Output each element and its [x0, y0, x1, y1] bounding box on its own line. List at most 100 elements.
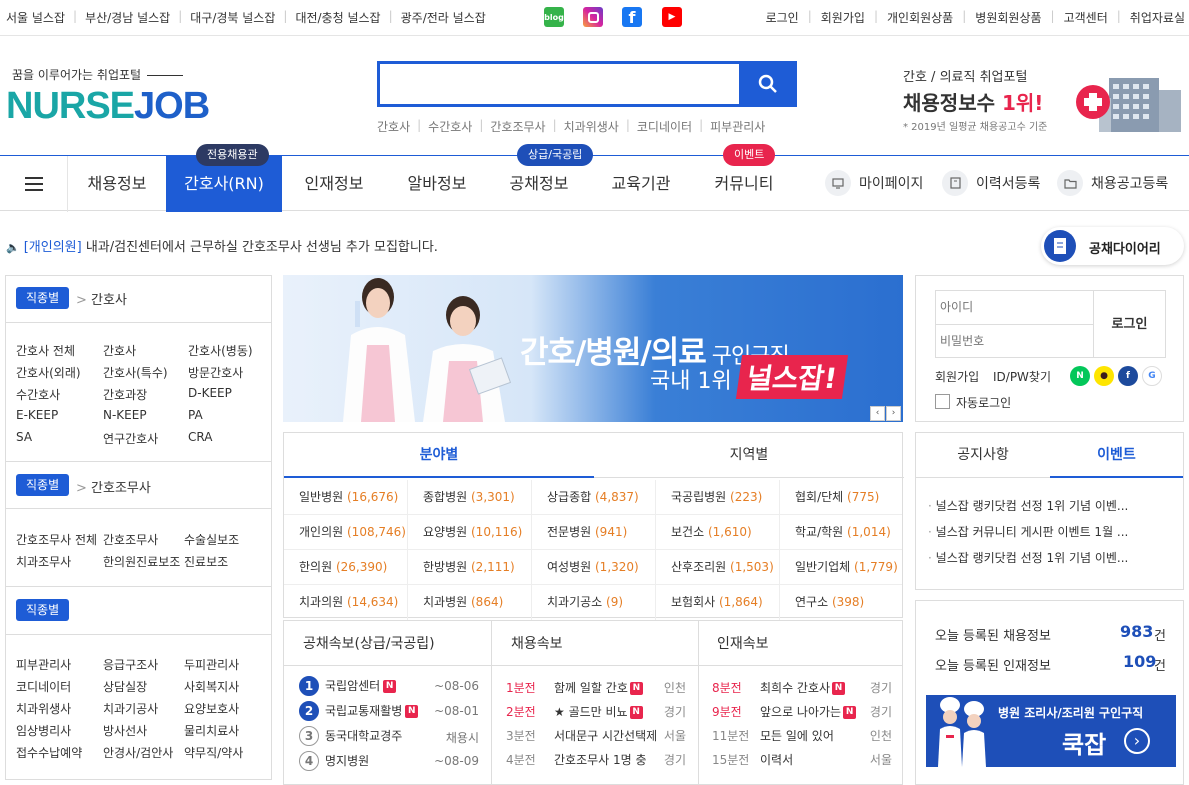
job-link[interactable]: 치과조무사 — [16, 553, 71, 570]
job-link[interactable]: 치과위생사 — [16, 700, 71, 717]
field-cell[interactable]: 국공립병원 (223) — [656, 480, 780, 515]
gongchae-row[interactable]: 4 명지병원 ~08-09 — [299, 751, 479, 773]
banner-prev-button[interactable]: ‹ — [870, 406, 885, 421]
field-cell[interactable]: 치과기공소 (9) — [532, 585, 656, 620]
job-link[interactable]: 접수수납예약 — [16, 744, 82, 761]
field-cell[interactable]: 한방병원 (2,111) — [408, 550, 532, 585]
signup-link[interactable]: 회원가입 — [821, 9, 865, 26]
job-link[interactable]: 방문간호사 — [188, 364, 243, 381]
notice-item[interactable]: · 널스잡 커뮤니티 게시판 이벤트 1월 ... — [928, 523, 1128, 540]
resume-register-link[interactable]: 이력서등록 — [942, 170, 1040, 196]
signup-link[interactable]: 회원가입 — [935, 368, 979, 385]
job-link[interactable]: 안경사/검안사 — [103, 744, 173, 761]
job-link[interactable]: 코디네이터 — [16, 678, 71, 695]
job-link[interactable]: 간호과장 — [103, 386, 147, 403]
region-link-daegu[interactable]: 대구/경북 널스잡 — [190, 9, 275, 26]
hire-row[interactable]: 4분전 간호조무사 1명 충 경기 — [506, 751, 686, 771]
field-cell[interactable]: 협회/단체 (775) — [780, 480, 902, 515]
youtube-icon[interactable]: ▶ — [662, 7, 682, 27]
cookjob-banner[interactable]: 병원 조리사/조리원 구인구직 쿡잡 › — [926, 695, 1176, 767]
job-link[interactable]: 두피관리사 — [184, 656, 239, 673]
notice-ticker[interactable]: 🔈 [개인의원] 내과/검진센터에서 근무하실 간호조무사 선생님 추가 모집합니… — [6, 236, 438, 255]
search-input[interactable] — [380, 64, 735, 104]
field-cell[interactable]: 일반기업체 (1,779) — [780, 550, 902, 585]
job-link[interactable]: 상담실장 — [103, 678, 147, 695]
field-cell[interactable]: 보험회사 (1,864) — [656, 585, 780, 620]
talent-row[interactable]: 8분전 최희수 간호사 N 경기 — [712, 679, 892, 699]
hire-row[interactable]: 2분전 ★ 골드만 비뇨 N 경기 — [506, 703, 686, 723]
tab-events[interactable]: 이벤트 — [1050, 433, 1183, 478]
field-cell[interactable]: 보건소 (1,610) — [656, 515, 780, 550]
gongchae-row[interactable]: 2 국립교통재활병 N ~08-01 — [299, 701, 479, 723]
job-link[interactable]: 간호사(병동) — [188, 342, 253, 359]
job-link[interactable]: 임상병리사 — [16, 722, 71, 739]
region-link-daejeon[interactable]: 대전/충청 널스잡 — [295, 9, 380, 26]
auto-login-checkbox[interactable] — [935, 394, 950, 409]
login-id-input[interactable] — [940, 294, 1090, 320]
google-login-icon[interactable]: G — [1142, 366, 1162, 386]
job-link[interactable]: SA — [16, 430, 32, 444]
field-cell[interactable]: 전문병원 (941) — [532, 515, 656, 550]
field-cell[interactable]: 학교/학원 (1,014) — [780, 515, 902, 550]
tab-notices[interactable]: 공지사항 — [916, 433, 1050, 478]
field-cell[interactable]: 개인의원 (108,746) — [284, 515, 408, 550]
hospital-product-link[interactable]: 병원회원상품 — [975, 9, 1041, 26]
diary-button[interactable]: 공채다이어리 — [1041, 227, 1184, 265]
nav-jobs[interactable]: 채용정보 — [68, 156, 166, 212]
site-logo[interactable]: NURSEJOB — [6, 84, 210, 128]
blog-icon[interactable]: blog — [544, 7, 564, 27]
field-cell[interactable]: 연구소 (398) — [780, 585, 902, 620]
menu-button[interactable] — [0, 156, 68, 212]
field-cell[interactable]: 종합병원 (3,301) — [408, 480, 532, 515]
quick-link-nurse[interactable]: 간호사 — [377, 118, 410, 135]
kakao-login-icon[interactable]: ● — [1094, 366, 1114, 386]
hire-row[interactable]: 1분전 함께 일할 간호 N 인천 — [506, 679, 686, 699]
job-link[interactable]: 수술실보조 — [184, 531, 239, 548]
job-link[interactable]: 한의원진료보조 — [103, 553, 180, 570]
job-link[interactable]: 간호조무사 — [103, 531, 158, 548]
quick-link-assistant[interactable]: 간호조무사 — [490, 118, 545, 135]
customer-center-link[interactable]: 고객센터 — [1064, 9, 1108, 26]
quick-link-coordinator[interactable]: 코디네이터 — [637, 118, 692, 135]
talent-row[interactable]: 15분전 이력서 서울 — [712, 751, 892, 771]
quick-link-head-nurse[interactable]: 수간호사 — [428, 118, 472, 135]
facebook-icon[interactable]: f — [622, 7, 642, 27]
region-link-gwangju[interactable]: 광주/전라 널스잡 — [401, 9, 486, 26]
field-cell[interactable]: 일반병원 (16,676) — [284, 480, 408, 515]
field-cell[interactable]: 치과병원 (864) — [408, 585, 532, 620]
job-post-register-link[interactable]: 채용공고등록 — [1057, 170, 1168, 196]
job-link[interactable]: 간호사 전체 — [16, 342, 75, 359]
quick-link-skincare[interactable]: 피부관리사 — [710, 118, 765, 135]
naver-login-icon[interactable]: N — [1070, 366, 1090, 386]
job-link[interactable]: 사회복지사 — [184, 678, 239, 695]
field-cell[interactable]: 여성병원 (1,320) — [532, 550, 656, 585]
field-cell[interactable]: 상급종합 (4,837) — [532, 480, 656, 515]
job-link[interactable]: 간호사(외래) — [16, 364, 81, 381]
field-cell[interactable]: 요양병원 (10,116) — [408, 515, 532, 550]
job-link[interactable]: 간호사 — [103, 342, 136, 359]
job-link[interactable]: 진료보조 — [184, 553, 228, 570]
job-link[interactable]: E-KEEP — [16, 408, 58, 422]
login-button[interactable]: 로그인 — [1094, 290, 1166, 358]
region-link-seoul[interactable]: 서울 널스잡 — [6, 9, 65, 26]
nav-talent[interactable]: 인재정보 — [282, 156, 386, 212]
field-cell[interactable]: 한의원 (26,390) — [284, 550, 408, 585]
talent-row[interactable]: 11분전 모든 일에 있어 인천 — [712, 727, 892, 747]
facebook-login-icon[interactable]: f — [1118, 366, 1138, 386]
job-link[interactable]: PA — [188, 408, 203, 422]
login-password-input[interactable] — [940, 328, 1090, 354]
gongchae-row[interactable]: 3 동국대학교경주 채용시 — [299, 726, 479, 748]
nav-education[interactable]: 교육기관 — [590, 156, 692, 212]
mypage-link[interactable]: 마이페이지 — [825, 170, 923, 196]
nav-parttime[interactable]: 알바정보 — [386, 156, 488, 212]
talent-row[interactable]: 9분전 앞으로 나아가는 N 경기 — [712, 703, 892, 723]
notice-item[interactable]: · 널스잡 랭키닷컴 선정 1위 기념 이벤... — [928, 497, 1128, 514]
find-account-link[interactable]: ID/PW찾기 — [993, 368, 1051, 385]
banner-next-button[interactable]: › — [886, 406, 901, 421]
notice-item[interactable]: · 널스잡 랭키닷컴 선정 1위 기념 이벤... — [928, 549, 1128, 566]
search-button[interactable] — [739, 61, 797, 107]
field-cell[interactable]: 산후조리원 (1,503) — [656, 550, 780, 585]
job-link[interactable]: 간호사(특수) — [103, 364, 168, 381]
personal-product-link[interactable]: 개인회원상품 — [887, 9, 953, 26]
job-link[interactable]: N-KEEP — [103, 408, 147, 422]
